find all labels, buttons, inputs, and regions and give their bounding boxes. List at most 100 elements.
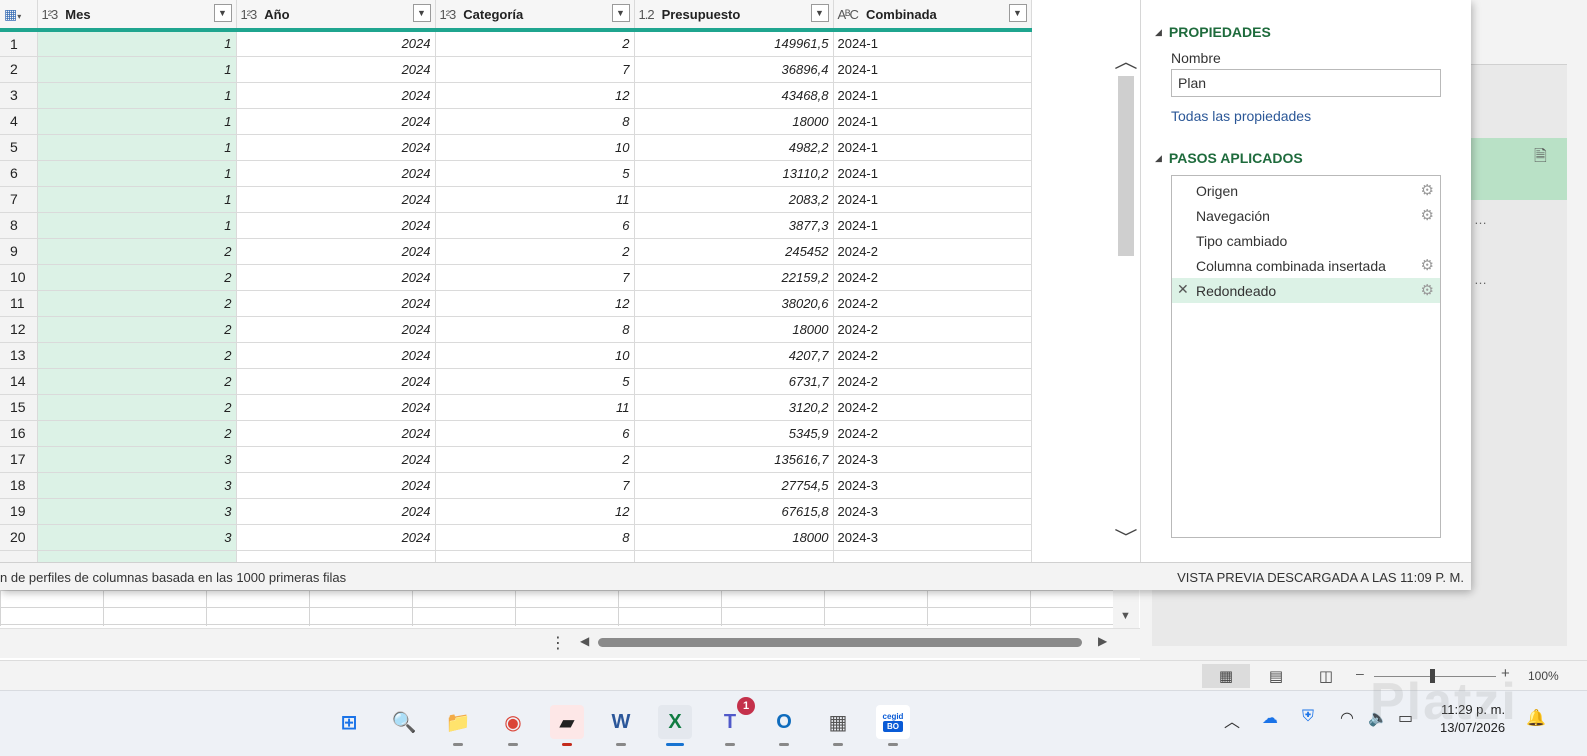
- step-settings-gear-icon[interactable]: ⚙: [1421, 256, 1434, 274]
- table-row[interactable]: 1 1 2024 2 149961,5 2024-1: [0, 30, 1032, 57]
- page-break-view-icon[interactable]: ◫: [1302, 664, 1350, 688]
- table-cell[interactable]: 3120,2: [634, 394, 834, 421]
- table-cell[interactable]: 12: [435, 82, 635, 109]
- scroll-down-icon[interactable]: ▼: [1120, 610, 1131, 622]
- column-filter-dropdown-icon[interactable]: ▼: [1008, 4, 1027, 22]
- table-cell[interactable]: 38020,6: [634, 290, 834, 317]
- properties-section-title[interactable]: ◢ PROPIEDADES: [1155, 24, 1271, 40]
- table-cell[interactable]: 2024-2: [833, 420, 1032, 447]
- table-cell[interactable]: 2024-3: [833, 524, 1032, 551]
- scroll-down-icon[interactable]: ﹀: [1114, 524, 1137, 550]
- table-cell[interactable]: 2024: [236, 368, 436, 395]
- table-row[interactable]: 14 2 2024 5 6731,7 2024-2: [0, 368, 1032, 395]
- table-cell[interactable]: 8: [435, 524, 635, 551]
- table-cell[interactable]: 2: [37, 342, 237, 369]
- table-cell[interactable]: 2024-2: [833, 238, 1032, 265]
- row-number[interactable]: 8: [0, 212, 38, 239]
- table-row[interactable]: 17 3 2024 2 135616,7 2024-3: [0, 446, 1032, 473]
- zoom-out-icon[interactable]: –: [1356, 665, 1364, 681]
- table-cell[interactable]: 1: [37, 186, 237, 213]
- table-row[interactable]: 7 1 2024 11 2083,2 2024-1: [0, 186, 1032, 213]
- excel-horizontal-scrollbar[interactable]: ⋮ ◀ ▶: [0, 628, 1140, 658]
- calculator-icon[interactable]: ▦: [821, 705, 855, 739]
- table-cell[interactable]: 2: [37, 264, 237, 291]
- table-cell[interactable]: 2: [435, 30, 635, 57]
- table-cell[interactable]: 2024: [236, 108, 436, 135]
- table-cell[interactable]: 22159,2: [634, 264, 834, 291]
- table-cell[interactable]: 18000: [634, 316, 834, 343]
- table-cell[interactable]: 7: [435, 264, 635, 291]
- table-cell[interactable]: 67615,8: [634, 498, 834, 525]
- table-cell[interactable]: 2024: [236, 212, 436, 239]
- notification-bell-icon[interactable]: 🔔: [1526, 708, 1546, 728]
- table-row[interactable]: 13 2 2024 10 4207,7 2024-2: [0, 342, 1032, 369]
- row-number[interactable]: 13: [0, 342, 38, 369]
- table-cell[interactable]: 36896,4: [634, 56, 834, 83]
- query-name-input[interactable]: [1171, 69, 1441, 97]
- delete-step-icon[interactable]: ✕: [1177, 281, 1189, 298]
- column-type-icon[interactable]: 1.2: [639, 7, 655, 22]
- table-cell[interactable]: 2024: [236, 56, 436, 83]
- row-number[interactable]: 17: [0, 446, 38, 473]
- table-cell[interactable]: 6731,7: [634, 368, 834, 395]
- scroll-left-icon[interactable]: ◀: [580, 634, 589, 648]
- table-cell[interactable]: 4207,7: [634, 342, 834, 369]
- excel-query-item-selected[interactable]: [1470, 138, 1567, 200]
- column-profiling-status[interactable]: n de perfiles de columnas basada en las …: [0, 570, 346, 585]
- scroll-thumb[interactable]: [598, 638, 1082, 647]
- table-cell[interactable]: 1: [37, 134, 237, 161]
- collapse-triangle-icon[interactable]: ◢: [1155, 153, 1162, 163]
- table-cell[interactable]: 2024-2: [833, 290, 1032, 317]
- table-cell[interactable]: 2024-2: [833, 368, 1032, 395]
- file-explorer-icon[interactable]: 📁: [441, 705, 475, 739]
- step-settings-gear-icon[interactable]: ⚙: [1421, 181, 1434, 199]
- table-cell[interactable]: 2024: [236, 290, 436, 317]
- table-row[interactable]: 6 1 2024 5 13110,2 2024-1: [0, 160, 1032, 187]
- applied-step-item[interactable]: Origen ⚙: [1172, 178, 1440, 203]
- table-cell[interactable]: 18000: [634, 108, 834, 135]
- table-cell[interactable]: 8: [435, 316, 635, 343]
- table-cell[interactable]: 1: [37, 160, 237, 187]
- table-cell[interactable]: 1: [37, 30, 237, 57]
- table-cell[interactable]: 5: [435, 368, 635, 395]
- table-cell[interactable]: 2024: [236, 420, 436, 447]
- zoom-level[interactable]: 100%: [1528, 669, 1559, 683]
- column-type-icon[interactable]: 1²3: [440, 7, 457, 22]
- table-cell[interactable]: 10: [435, 342, 635, 369]
- table-cell[interactable]: 3877,3: [634, 212, 834, 239]
- table-row[interactable]: 5 1 2024 10 4982,2 2024-1: [0, 134, 1032, 161]
- table-cell[interactable]: 8: [435, 108, 635, 135]
- column-header-1[interactable]: 1²3 Año ▼: [236, 0, 436, 32]
- table-cell[interactable]: 2024: [236, 264, 436, 291]
- table-cell[interactable]: 2: [37, 316, 237, 343]
- column-filter-dropdown-icon[interactable]: ▼: [611, 4, 630, 22]
- table-cell[interactable]: 245452: [634, 238, 834, 265]
- table-cell[interactable]: 2024: [236, 316, 436, 343]
- table-cell[interactable]: 1: [37, 212, 237, 239]
- table-row[interactable]: 12 2 2024 8 18000 2024-2: [0, 316, 1032, 343]
- table-row[interactable]: 3 1 2024 12 43468,8 2024-1: [0, 82, 1032, 109]
- column-type-icon[interactable]: 1²3: [241, 7, 258, 22]
- row-number[interactable]: 2: [0, 56, 38, 83]
- table-cell[interactable]: 5345,9: [634, 420, 834, 447]
- query-refresh-icon[interactable]: 🗎: [1534, 145, 1547, 172]
- table-cell[interactable]: 2: [37, 394, 237, 421]
- table-cell[interactable]: 2024-1: [833, 212, 1032, 239]
- table-cell[interactable]: 135616,7: [634, 446, 834, 473]
- applied-steps-section-title[interactable]: ◢ PASOS APLICADOS: [1155, 150, 1303, 166]
- table-cell[interactable]: 12: [435, 498, 635, 525]
- table-cell[interactable]: 2024: [236, 524, 436, 551]
- row-number[interactable]: 11: [0, 290, 38, 317]
- table-cell[interactable]: 2024-2: [833, 394, 1032, 421]
- table-row[interactable]: 15 2 2024 11 3120,2 2024-2: [0, 394, 1032, 421]
- table-row[interactable]: 4 1 2024 8 18000 2024-1: [0, 108, 1032, 135]
- collapse-triangle-icon[interactable]: ◢: [1155, 27, 1162, 37]
- table-cell[interactable]: 2024-1: [833, 186, 1032, 213]
- table-cell[interactable]: 2024-1: [833, 160, 1032, 187]
- row-number[interactable]: 15: [0, 394, 38, 421]
- row-number[interactable]: 10: [0, 264, 38, 291]
- row-number[interactable]: 3: [0, 82, 38, 109]
- row-number[interactable]: 1: [0, 30, 38, 57]
- table-cell[interactable]: 7: [435, 472, 635, 499]
- table-cell[interactable]: 6: [435, 212, 635, 239]
